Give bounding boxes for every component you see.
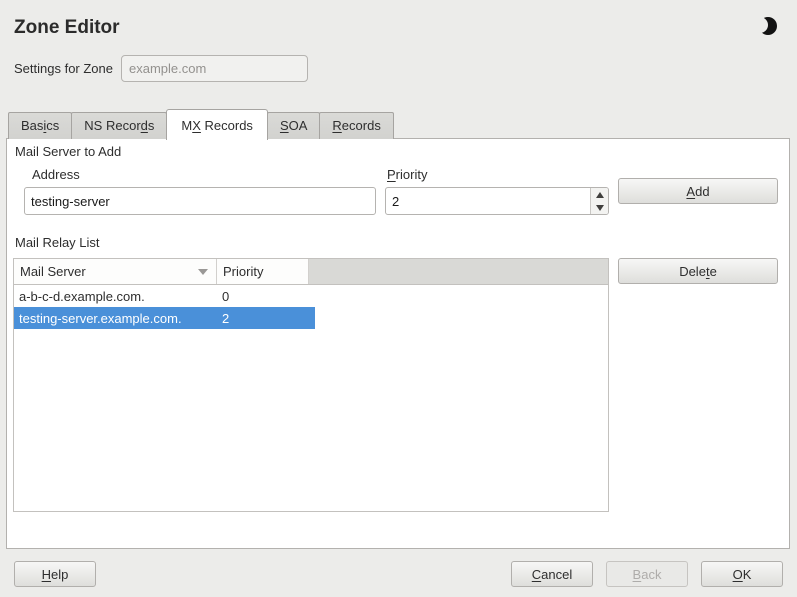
back-button[interactable]: Back <box>606 561 688 587</box>
theme-toggle-icon: ☀ <box>751 17 777 37</box>
zone-name-field[interactable] <box>121 55 308 82</box>
mx-records-panel: Mail Server to Add Address Priority Add <box>6 138 790 549</box>
triangle-down-icon <box>596 205 604 211</box>
table-header: Mail Server Priority <box>14 259 608 285</box>
mail-relay-list-label: Mail Relay List <box>15 235 789 250</box>
add-fields-row: Address Priority Add <box>7 167 789 215</box>
spin-down-button[interactable] <box>591 201 608 214</box>
table-body: a-b-c-d.example.com. 0 testing-server.ex… <box>14 285 608 511</box>
page-title: Zone Editor <box>14 17 120 39</box>
tab-bar: Basics NS Records MX Records SOA Records <box>8 109 393 139</box>
table-row[interactable]: a-b-c-d.example.com. 0 <box>14 285 608 307</box>
spin-up-button[interactable] <box>591 188 608 201</box>
zone-settings-row: Settings for Zone <box>14 55 308 82</box>
priority-spin-buttons <box>590 188 608 214</box>
dialog-footer: Help Cancel Back OK <box>0 561 797 587</box>
priority-label: Priority <box>387 167 609 182</box>
tab-mx-records[interactable]: MX Records <box>166 109 268 140</box>
priority-input[interactable] <box>386 188 590 214</box>
delete-button[interactable]: Delete <box>618 258 778 284</box>
priority-spinbox <box>385 187 609 215</box>
cancel-button[interactable]: Cancel <box>511 561 593 587</box>
zone-settings-label: Settings for Zone <box>14 61 113 76</box>
address-field-group: Address <box>24 167 376 215</box>
moon-icon <box>759 17 777 35</box>
tab-soa[interactable]: SOA <box>267 112 320 139</box>
help-button[interactable]: Help <box>14 561 96 587</box>
tab-ns-records[interactable]: NS Records <box>71 112 167 139</box>
ok-button[interactable]: OK <box>701 561 783 587</box>
column-header-priority[interactable]: Priority <box>217 259 309 284</box>
triangle-up-icon <box>596 192 604 198</box>
priority-field-group: Priority <box>385 167 609 215</box>
column-header-mail-server[interactable]: Mail Server <box>14 259 217 284</box>
mail-relay-table: Mail Server Priority a-b-c-d.example.com… <box>13 258 609 512</box>
zone-editor-dialog: Zone Editor ☀ Settings for Zone Basics N… <box>0 0 797 597</box>
address-input[interactable] <box>24 187 376 215</box>
tab-basics[interactable]: Basics <box>8 112 72 139</box>
address-label: Address <box>32 167 376 182</box>
tab-records[interactable]: Records <box>319 112 393 139</box>
mail-server-to-add-label: Mail Server to Add <box>15 144 789 159</box>
table-row[interactable]: testing-server.example.com. 2 <box>14 307 315 329</box>
add-button[interactable]: Add <box>618 178 778 204</box>
sort-descending-icon <box>198 269 208 275</box>
